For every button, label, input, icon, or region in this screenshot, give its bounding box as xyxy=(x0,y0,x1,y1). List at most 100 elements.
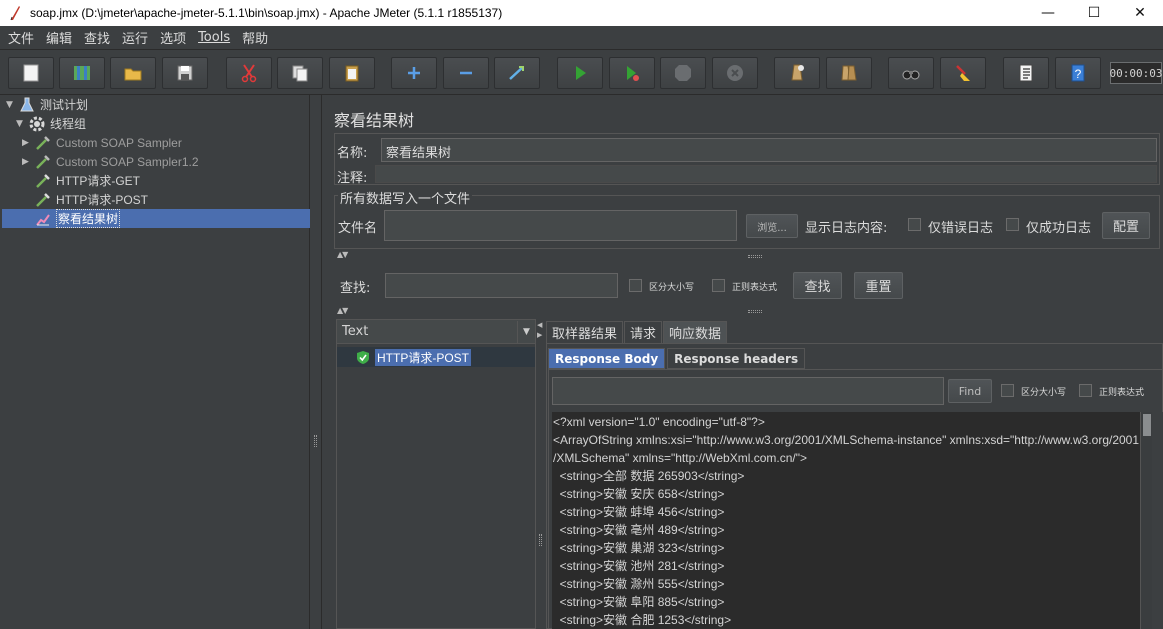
reset-button[interactable]: 重置 xyxy=(854,272,903,299)
tree-item-custom-soap-sampler[interactable]: ▶ Custom SOAP Sampler xyxy=(22,133,182,152)
find-input[interactable] xyxy=(552,377,944,405)
start-no-pause-button[interactable] xyxy=(609,57,655,89)
collapsed-arrow-icon[interactable]: ▶ xyxy=(22,157,34,167)
templates-icon xyxy=(74,66,90,80)
copy-icon xyxy=(292,65,308,82)
case-sensitive-label: 区分大小写 xyxy=(649,283,695,293)
success-only-label: 仅成功日志 xyxy=(1026,221,1092,236)
code-line: <string>安徽 阜阳 885</string> xyxy=(553,595,725,609)
collapsed-arrow-icon[interactable]: ▶ xyxy=(22,138,34,148)
start-button[interactable] xyxy=(557,57,603,89)
regex-label: 正则表达式 xyxy=(732,283,778,293)
clear-button[interactable] xyxy=(774,57,820,89)
search-button[interactable] xyxy=(888,57,934,89)
menu-run[interactable]: 运行 xyxy=(116,28,154,47)
tree-item-custom-soap-sampler-1-2[interactable]: ▶ Custom SOAP Sampler1.2 xyxy=(22,152,199,171)
tab-request[interactable]: 请求 xyxy=(624,321,663,343)
menu-file[interactable]: 文件 xyxy=(2,28,40,47)
new-button[interactable] xyxy=(8,57,54,89)
configure-button[interactable]: 配置 xyxy=(1102,212,1150,239)
collapse-arrows-icon[interactable]: ▲▼ xyxy=(337,306,348,315)
tree-item-label: Custom SOAP Sampler1.2 xyxy=(56,154,199,169)
log-display-label: 显示日志内容: xyxy=(805,221,888,236)
tree-item-label: 线程组 xyxy=(50,117,87,131)
regex-checkbox[interactable] xyxy=(712,279,725,292)
split-grip[interactable] xyxy=(748,255,762,258)
tree-item-thread-group[interactable]: ▼ 线程组 xyxy=(16,114,86,133)
menu-search[interactable]: 查找 xyxy=(78,28,116,47)
comment-field[interactable] xyxy=(375,165,1157,183)
menu-options[interactable]: 选项 xyxy=(154,28,192,47)
templates-button[interactable] xyxy=(59,57,105,89)
stop-icon xyxy=(675,65,691,81)
expand-arrow-icon[interactable]: ▼ xyxy=(16,119,28,129)
tab-response-data[interactable]: 响应数据 xyxy=(663,321,728,343)
chevron-down-icon[interactable]: ▼ xyxy=(517,320,535,343)
code-line: <string>安徽 蚌埠 456</string> xyxy=(553,505,725,519)
response-body-text[interactable]: <?xml version="1.0" encoding="utf-8"?> <… xyxy=(552,412,1140,629)
save-button[interactable] xyxy=(162,57,208,89)
collapse-arrows-icon[interactable]: ▲▼ xyxy=(337,250,348,259)
vertical-scrollbar[interactable] xyxy=(1140,412,1152,629)
menu-help[interactable]: 帮助 xyxy=(236,28,274,47)
tree-item-view-results-tree[interactable]: 察看结果树 xyxy=(2,209,310,228)
close-button[interactable]: ✕ xyxy=(1117,0,1163,26)
split-grip[interactable] xyxy=(748,310,762,313)
expand-arrow-icon[interactable]: ▼ xyxy=(6,100,18,110)
body-case-sensitive-checkbox[interactable] xyxy=(1001,384,1014,397)
cut-button[interactable] xyxy=(226,57,272,89)
minimize-button[interactable]: — xyxy=(1025,0,1071,26)
menu-edit[interactable]: 编辑 xyxy=(40,28,78,47)
reset-search-button[interactable] xyxy=(940,57,986,89)
split-pane-divider[interactable] xyxy=(310,95,322,629)
tree-item-label: Custom SOAP Sampler xyxy=(56,135,182,150)
renderer-select[interactable]: Text ▼ xyxy=(337,320,535,344)
name-comment-box: 名称: 察看结果树 注释: xyxy=(334,133,1160,186)
code-line: <string>安徽 滁州 555</string> xyxy=(553,577,725,591)
function-helper-button[interactable] xyxy=(1003,57,1049,89)
section-title: 所有数据写入一个文件 xyxy=(338,188,473,207)
stop-button[interactable] xyxy=(660,57,706,89)
search-submit-button[interactable]: 查找 xyxy=(793,272,842,299)
shutdown-button[interactable] xyxy=(712,57,758,89)
errors-only-label: 仅错误日志 xyxy=(928,221,994,236)
copy-button[interactable] xyxy=(277,57,323,89)
success-only-checkbox[interactable] xyxy=(1006,218,1019,231)
help-button[interactable]: ? xyxy=(1055,57,1101,89)
tree-item-test-plan[interactable]: ▼ 测试计划 xyxy=(6,95,88,114)
tab-response-headers[interactable]: Response headers xyxy=(667,348,806,369)
body-regex-checkbox[interactable] xyxy=(1079,384,1092,397)
toggle-button[interactable] xyxy=(494,57,540,89)
filename-label: 文件名 xyxy=(338,221,378,236)
browse-button[interactable]: 浏览... xyxy=(746,214,798,238)
window-title: soap.jmx (D:\jmeter\apache-jmeter-5.1.1\… xyxy=(30,6,503,20)
errors-only-checkbox[interactable] xyxy=(908,218,921,231)
case-sensitive-checkbox[interactable] xyxy=(629,279,642,292)
find-button[interactable]: Find xyxy=(948,379,992,403)
tab-sampler-result[interactable]: 取样器结果 xyxy=(546,321,624,343)
write-to-file-section: 所有数据写入一个文件 文件名 浏览... 显示日志内容: 仅错误日志 仅成功日志… xyxy=(334,188,1160,249)
function-helper-icon xyxy=(1019,64,1033,82)
collapse-button[interactable] xyxy=(443,57,489,89)
scrollbar-thumb[interactable] xyxy=(1143,414,1151,436)
paste-button[interactable] xyxy=(329,57,375,89)
body-regex-label: 正则表达式 xyxy=(1099,388,1145,398)
tree-item-http-post[interactable]: HTTP请求-POST xyxy=(34,190,148,209)
toggle-icon xyxy=(509,66,524,80)
body-case-sensitive-label: 区分大小写 xyxy=(1021,388,1067,398)
search-input[interactable] xyxy=(385,273,618,298)
code-line: <string>安徽 池州 281</string> xyxy=(553,559,725,573)
menu-tools[interactable]: Tools xyxy=(192,30,236,45)
expand-button[interactable] xyxy=(391,57,437,89)
tree-item-http-get[interactable]: HTTP请求-GET xyxy=(34,171,140,190)
tree-item-label: HTTP请求-GET xyxy=(56,174,140,188)
results-split-divider[interactable]: ◀ ▶ xyxy=(536,319,546,629)
code-line: <string>全部 数据 265903</string> xyxy=(553,469,745,483)
name-field[interactable]: 察看结果树 xyxy=(381,138,1157,162)
tab-response-body[interactable]: Response Body xyxy=(548,348,666,369)
filename-input[interactable] xyxy=(384,210,737,241)
open-button[interactable] xyxy=(110,57,156,89)
clear-all-button[interactable] xyxy=(826,57,872,89)
list-item[interactable]: HTTP请求-POST xyxy=(337,347,535,367)
maximize-button[interactable]: ☐ xyxy=(1071,0,1117,26)
